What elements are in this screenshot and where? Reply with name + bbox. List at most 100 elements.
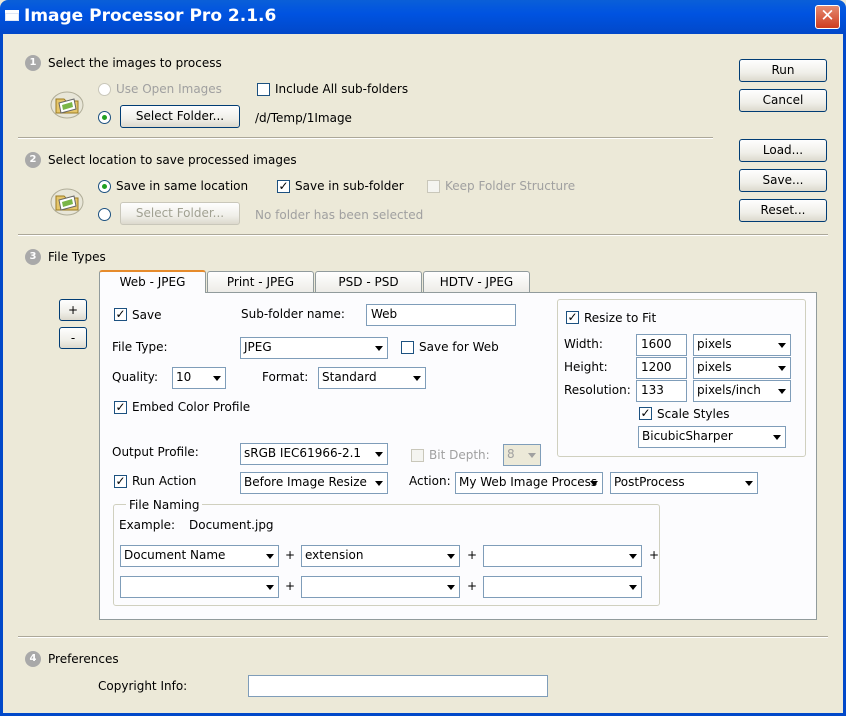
run-action-when-value: Before Image Resize bbox=[244, 475, 367, 489]
run-action-when-select[interactable]: Before Image Resize bbox=[240, 472, 388, 494]
separator bbox=[18, 636, 828, 638]
cancel-button[interactable]: Cancel bbox=[739, 89, 827, 112]
plus-sign: + bbox=[285, 548, 296, 562]
save-same-location-radio[interactable] bbox=[98, 180, 111, 193]
naming-select-value: extension bbox=[305, 548, 364, 562]
run-action-checkbox[interactable]: ✓ bbox=[114, 475, 127, 488]
format-value: Standard bbox=[322, 370, 377, 384]
tab-hdtv-jpeg[interactable]: HDTV - JPEG bbox=[423, 271, 530, 293]
bit-depth-label: Bit Depth: bbox=[429, 448, 490, 462]
naming-select-1-2[interactable]: extension bbox=[301, 545, 460, 567]
bit-depth-select[interactable]: 8 bbox=[503, 444, 541, 466]
scale-styles-checkbox[interactable]: ✓ bbox=[639, 407, 652, 420]
format-label: Format: bbox=[262, 370, 309, 384]
run-action-label: Run Action bbox=[132, 474, 197, 488]
resolution-input[interactable]: 133 bbox=[636, 380, 687, 402]
output-profile-select[interactable]: sRGB IEC61966-2.1 bbox=[240, 443, 388, 465]
chevron-down-icon bbox=[413, 376, 421, 381]
destination-folder-status: No folder has been selected bbox=[255, 208, 424, 222]
height-label: Height: bbox=[564, 360, 608, 374]
select-folder-radio[interactable] bbox=[98, 111, 111, 124]
separator bbox=[18, 234, 828, 236]
bit-depth-checkbox[interactable] bbox=[411, 449, 424, 462]
section-2-title: Select location to save processed images bbox=[48, 153, 297, 167]
reset-button[interactable]: Reset... bbox=[739, 199, 827, 222]
plus-sign: + bbox=[467, 579, 478, 593]
example-value: Document.jpg bbox=[189, 518, 274, 532]
naming-select-value: Document Name bbox=[124, 548, 226, 562]
naming-select-2-3[interactable] bbox=[483, 576, 642, 598]
include-subfolders-checkbox[interactable] bbox=[257, 83, 270, 96]
resize-to-fit-label: Resize to Fit bbox=[584, 311, 657, 325]
quality-select[interactable]: 10 bbox=[172, 367, 226, 389]
remove-file-type-button[interactable]: - bbox=[59, 327, 87, 349]
height-unit-select[interactable]: pixels bbox=[693, 357, 791, 379]
chevron-down-icon bbox=[447, 585, 455, 590]
file-type-select[interactable]: JPEG bbox=[240, 337, 388, 359]
save-in-subfolder-label: Save in sub-folder bbox=[295, 179, 404, 193]
chevron-down-icon bbox=[778, 366, 786, 371]
folder-icon bbox=[50, 188, 84, 216]
embed-color-profile-label: Embed Color Profile bbox=[132, 400, 251, 414]
chevron-down-icon bbox=[213, 376, 221, 381]
action-select[interactable]: My Web Image Process bbox=[455, 472, 603, 494]
keep-folder-structure-checkbox[interactable] bbox=[427, 180, 440, 193]
save-settings-button[interactable]: Save... bbox=[739, 169, 827, 192]
keep-folder-structure-label: Keep Folder Structure bbox=[445, 179, 576, 193]
action-set-select[interactable]: PostProcess bbox=[610, 472, 758, 494]
load-button[interactable]: Load... bbox=[739, 139, 827, 162]
resolution-unit-value: pixels/inch bbox=[697, 383, 761, 397]
use-open-images-radio[interactable] bbox=[98, 83, 111, 96]
source-folder-path: /d/Temp/1Image bbox=[255, 111, 352, 125]
chevron-down-icon bbox=[773, 435, 781, 440]
folder-icon bbox=[50, 91, 84, 119]
save-in-subfolder-checkbox[interactable]: ✓ bbox=[277, 180, 290, 193]
height-input[interactable]: 1200 bbox=[636, 357, 687, 379]
resample-select[interactable]: BicubicSharper bbox=[638, 426, 786, 448]
resolution-label: Resolution: bbox=[564, 383, 631, 397]
save-for-web-label: Save for Web bbox=[419, 340, 499, 354]
embed-color-profile-checkbox[interactable]: ✓ bbox=[114, 401, 127, 414]
naming-select-1-3[interactable] bbox=[483, 545, 642, 567]
chevron-down-icon bbox=[590, 481, 598, 486]
select-destination-folder-button[interactable]: Select Folder... bbox=[120, 202, 240, 225]
app-icon bbox=[5, 10, 19, 21]
section-4-number: 4 bbox=[25, 651, 41, 667]
format-select[interactable]: Standard bbox=[318, 367, 426, 389]
save-checkbox[interactable]: ✓ bbox=[114, 308, 127, 321]
chevron-down-icon bbox=[375, 346, 383, 351]
resize-to-fit-checkbox[interactable]: ✓ bbox=[566, 311, 579, 324]
subfolder-name-label: Sub-folder name: bbox=[241, 307, 345, 321]
resolution-unit-select[interactable]: pixels/inch bbox=[693, 380, 791, 402]
chevron-down-icon bbox=[528, 453, 536, 458]
height-unit-value: pixels bbox=[697, 360, 732, 374]
close-button[interactable]: ✕ bbox=[815, 5, 840, 29]
width-label: Width: bbox=[564, 337, 603, 351]
chevron-down-icon bbox=[266, 585, 274, 590]
chevron-down-icon bbox=[266, 554, 274, 559]
output-profile-label: Output Profile: bbox=[112, 445, 199, 459]
add-file-type-button[interactable]: + bbox=[59, 299, 87, 321]
tab-print-jpeg[interactable]: Print - JPEG bbox=[207, 271, 314, 293]
example-label: Example: bbox=[119, 518, 176, 532]
select-destination-radio[interactable] bbox=[98, 208, 111, 221]
save-for-web-checkbox[interactable] bbox=[401, 341, 414, 354]
plus-sign: + bbox=[649, 548, 660, 562]
copyright-label: Copyright Info: bbox=[98, 679, 188, 693]
tab-psd-psd[interactable]: PSD - PSD bbox=[315, 271, 422, 293]
subfolder-name-input[interactable]: Web bbox=[366, 304, 516, 326]
select-source-folder-button[interactable]: Select Folder... bbox=[120, 105, 240, 128]
action-label: Action: bbox=[409, 474, 451, 488]
width-input[interactable]: 1600 bbox=[636, 334, 687, 356]
action-value: My Web Image Process bbox=[459, 475, 598, 489]
copyright-input[interactable] bbox=[248, 675, 548, 697]
bit-depth-value: 8 bbox=[507, 447, 515, 461]
width-unit-select[interactable]: pixels bbox=[693, 334, 791, 356]
chevron-down-icon bbox=[778, 343, 786, 348]
naming-select-1-1[interactable]: Document Name bbox=[120, 545, 279, 567]
naming-select-2-2[interactable] bbox=[301, 576, 460, 598]
naming-select-2-1[interactable] bbox=[120, 576, 279, 598]
run-button[interactable]: Run bbox=[739, 59, 827, 82]
chevron-down-icon bbox=[629, 585, 637, 590]
section-1-title: Select the images to process bbox=[48, 56, 222, 70]
